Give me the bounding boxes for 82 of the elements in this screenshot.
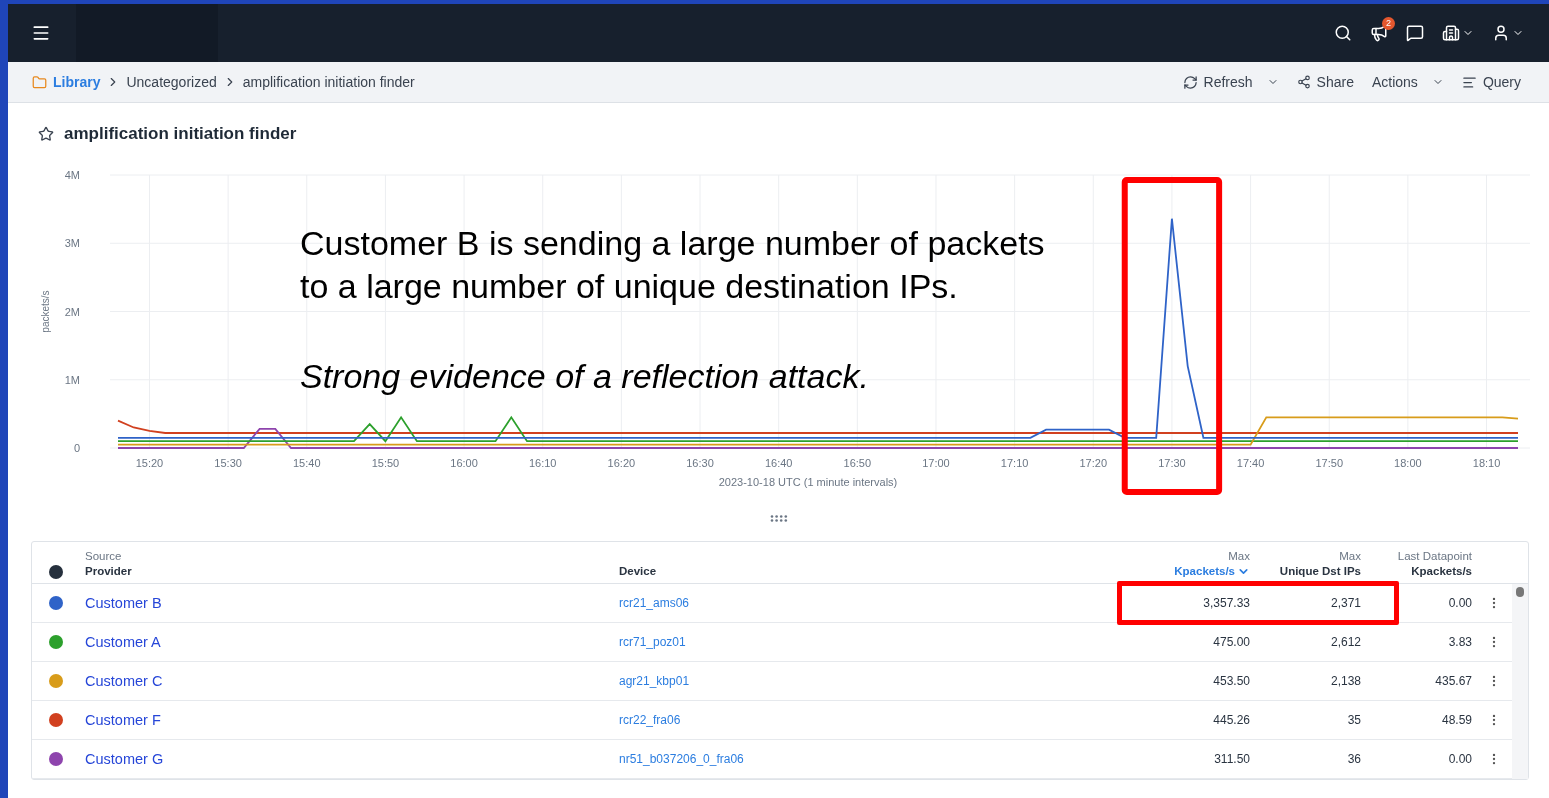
chat-icon [1406,24,1424,42]
header-dot [49,565,63,579]
annotation-conclusion: Strong evidence of a reflection attack. [300,356,870,397]
table-cell-text: 475.00 [1212,635,1251,649]
y-tick-label: 4M [64,169,80,181]
x-tick-label: 17:10 [1000,457,1029,469]
table-cell-text: 2,371 [1329,596,1362,610]
device-link[interactable]: rcr71_poz01 [614,635,686,649]
table-cell-text: 0.00 [1447,596,1473,610]
breadcrumb-link[interactable]: Uncategorized [126,74,217,90]
table-cell-text: 2,612 [1329,635,1362,649]
x-tick-label: 15:30 [214,457,242,469]
toolbar-button[interactable]: Share [1290,74,1360,90]
toolbar-button[interactable]: Refresh [1176,74,1285,90]
table-cell-text: 2,138 [1329,674,1362,688]
announcements-button[interactable]: 2 [1363,17,1395,49]
toolbar-button[interactable]: Query [1455,74,1527,90]
y-tick-label: 2M [64,305,80,318]
megaphone-icon [1370,24,1388,42]
x-tick-label: 15:40 [293,457,321,469]
x-tick-label: 18:00 [1394,457,1422,469]
annotation-text: Customer B is sending a large number of packets [300,223,1045,264]
column-header[interactable]: Max Kpackets/s [1130,549,1254,579]
table-cell-text: 3.83 [1447,635,1473,649]
x-tick-label: 16:30 [686,457,714,469]
y-tick-label: 1M [64,373,80,386]
scrollbar[interactable] [1512,584,1528,779]
x-tick-label: 16:40 [764,457,793,469]
folder-icon [32,74,47,90]
lines-icon [1461,74,1477,90]
y-tick-label: 0 [73,442,80,454]
provider-link[interactable]: Customer A [80,634,161,650]
device-link[interactable]: agr21_kbp01 [614,674,690,688]
column-header[interactable]: Device [614,564,1130,579]
breadcrumb-link[interactable]: Library [53,74,101,90]
provider-link[interactable]: Customer G [80,751,164,767]
notification-badge: 2 [1382,17,1395,30]
user-icon [1492,24,1510,42]
annotation-text: to a large number of unique destination IPs. [300,266,959,307]
building-icon [1442,24,1460,42]
table-cell-text: 0.00 [1447,752,1473,766]
x-tick-label: 17:40 [1236,457,1265,469]
star-icon[interactable] [38,126,54,142]
drag-handle-icon[interactable] [769,514,788,522]
x-tick-label: 16:20 [607,457,636,469]
device-link[interactable]: rcr22_fra06 [614,713,681,727]
x-tick-label: 15:50 [371,457,400,469]
table-cell-text: 445.26 [1212,713,1251,727]
column-header[interactable]: Last Datapoint Kpackets/s [1365,549,1476,579]
x-tick-label: 17:30 [1158,457,1186,469]
x-tick-label: 17:00 [922,457,950,469]
table-cell-text: 453.50 [1212,674,1251,688]
refresh-icon [1182,74,1198,90]
provider-link[interactable]: Customer F [80,712,161,728]
table-cell-text: 311.50 [1213,752,1251,766]
x-tick-label: 17:50 [1315,457,1343,469]
x-tick-label: 16:50 [843,457,872,469]
table-cell-text: 435.67 [1434,674,1473,688]
share-icon [1296,75,1311,89]
table-cell-text: 36 [1346,752,1362,766]
x-tick-label: 15:20 [135,457,164,469]
x-tick-label: 16:10 [528,457,557,469]
device-link[interactable]: nr51_b037206_0_fra06 [614,752,744,766]
provider-link[interactable]: Customer C [80,673,163,689]
provider-link[interactable]: Customer B [80,595,162,611]
column-header[interactable]: Source Provider [80,549,614,579]
x-axis-label: 2023-10-18 UTC (1 minute intervals) [718,476,898,488]
y-tick-label: 3M [64,237,80,250]
table-cell-text: 48.59 [1440,713,1473,727]
page-title: amplification initiation finder [64,124,297,144]
x-tick-label: 17:20 [1079,457,1108,469]
y-axis-label: packets/s [40,290,51,333]
column-header[interactable]: Max Unique Dst IPs [1254,549,1365,579]
x-tick-label: 16:00 [450,457,478,469]
toolbar-button[interactable]: Actions [1365,74,1450,90]
device-link[interactable]: rcr21_ams06 [614,596,690,610]
breadcrumb-link[interactable]: amplification initiation finder [242,74,415,90]
menu-icon [31,23,51,43]
table-cell-text: 35 [1346,713,1362,727]
search-icon [1334,24,1352,42]
x-tick-label: 18:10 [1472,457,1501,469]
table-cell-text: 3,357.33 [1202,596,1251,610]
